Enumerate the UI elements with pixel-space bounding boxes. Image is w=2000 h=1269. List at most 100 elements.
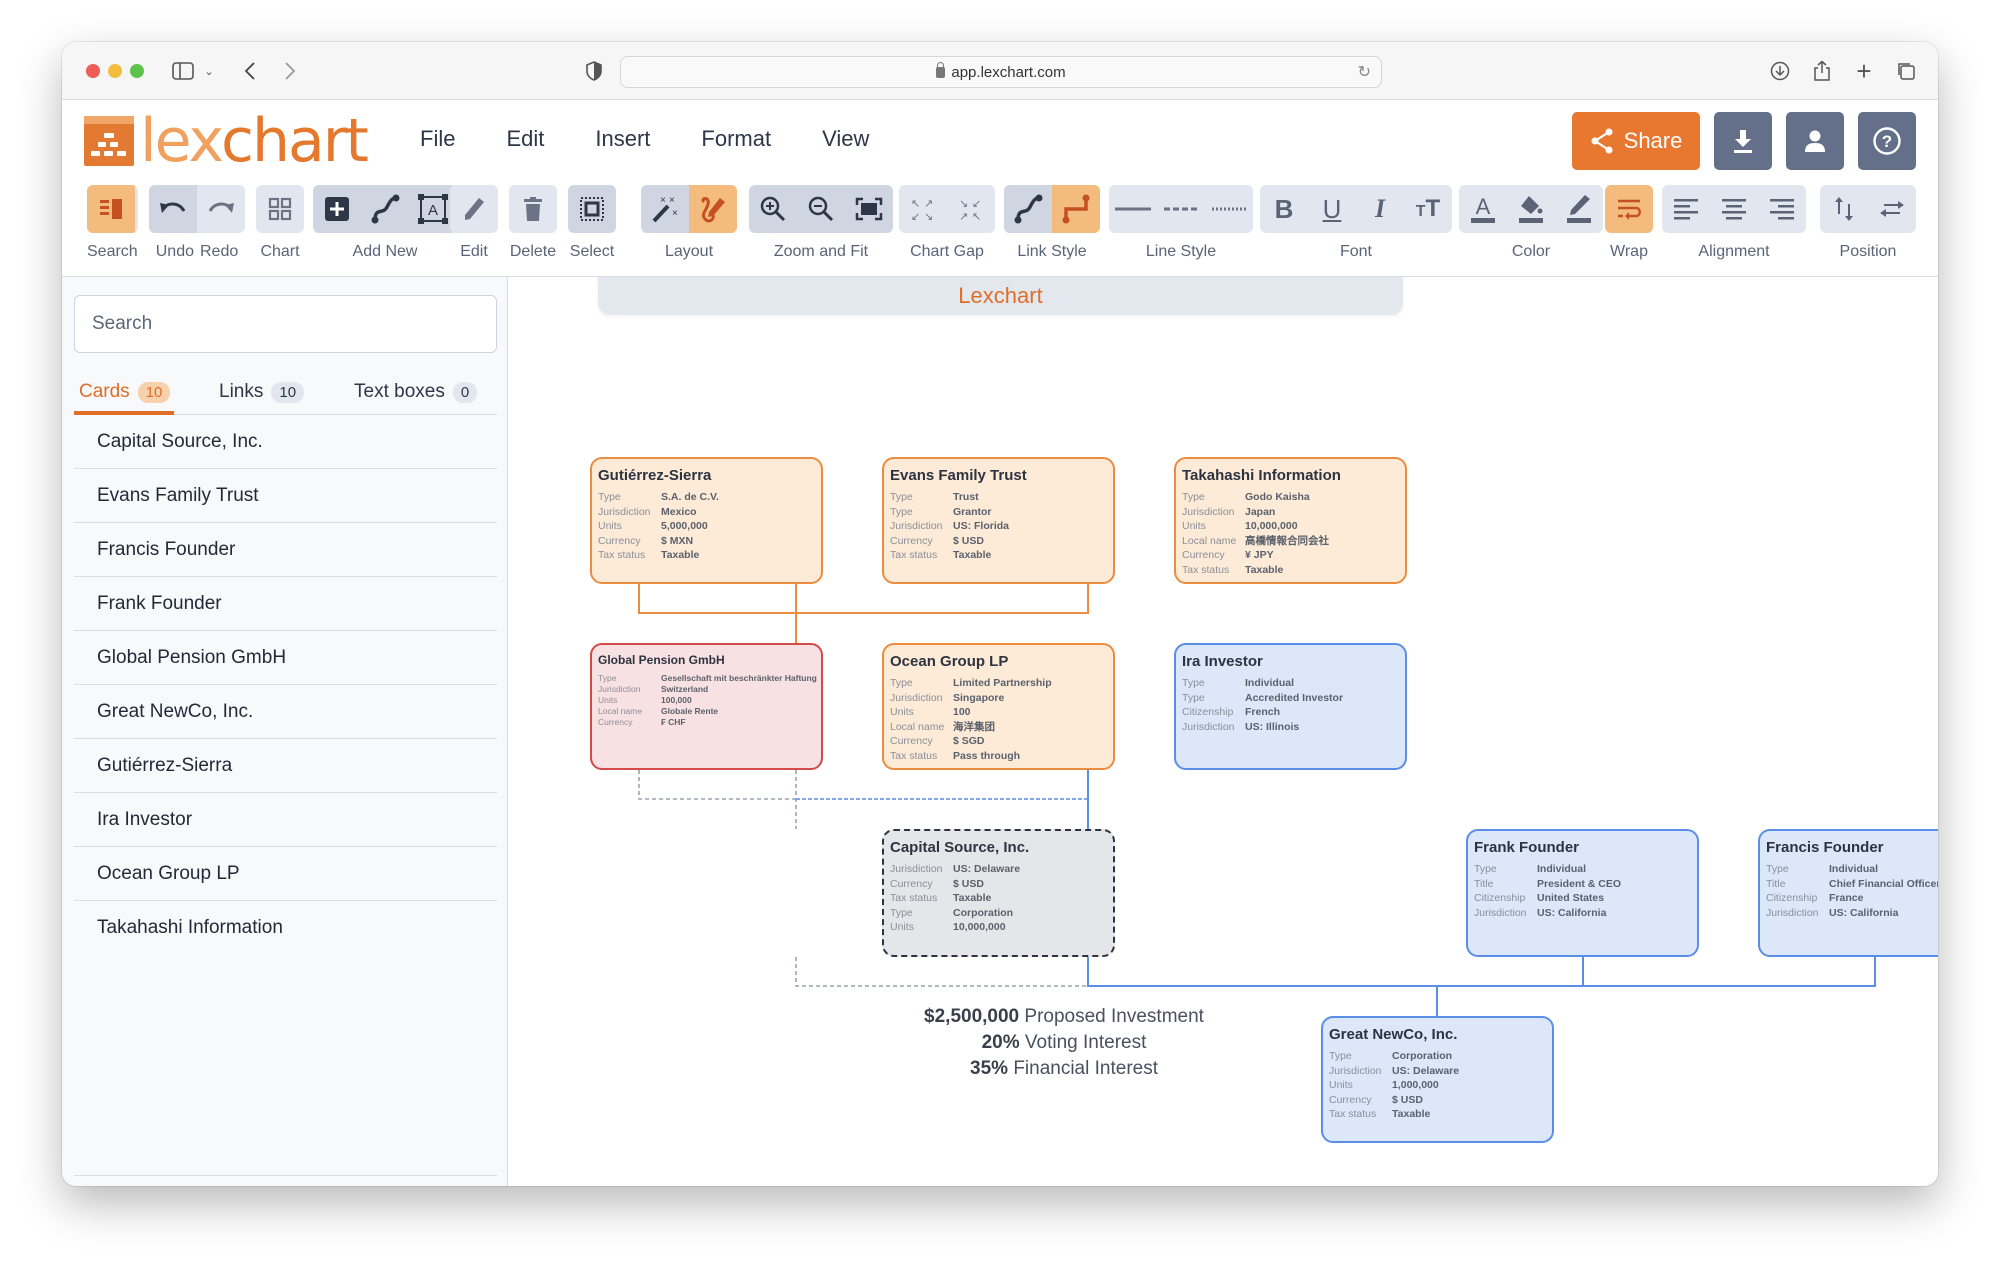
- back-icon[interactable]: [240, 56, 260, 86]
- delete-button[interactable]: [509, 185, 557, 233]
- forward-icon[interactable]: [280, 56, 300, 86]
- card-evans-family-trust[interactable]: Evans Family Trust Type Trust Type Grantor J…: [882, 457, 1115, 584]
- tab-label: Text boxes: [354, 381, 445, 402]
- fit-to-screen-button[interactable]: [845, 185, 893, 233]
- dotted-line-button[interactable]: [1205, 185, 1253, 233]
- reload-icon[interactable]: ↻: [1358, 62, 1371, 82]
- zoom-out-button[interactable]: [797, 185, 845, 233]
- card-title: Takahashi Information: [1182, 467, 1341, 484]
- undo-button[interactable]: [149, 185, 197, 233]
- curved-link-button[interactable]: [1004, 185, 1052, 233]
- tab-links[interactable]: Links 10: [214, 375, 309, 409]
- card-field-row: Type Corporation: [1329, 1049, 1546, 1064]
- chevron-down-icon[interactable]: ⌄: [202, 56, 216, 86]
- list-item[interactable]: Frank Founder: [74, 577, 497, 631]
- card-ocean-group-lp[interactable]: Ocean Group LP Type Limited Partnership Ju…: [882, 643, 1115, 770]
- edit-button[interactable]: [450, 185, 498, 233]
- card-field-label: Units: [598, 695, 618, 705]
- card-frank-founder[interactable]: Frank Founder Type Individual Title Preside…: [1466, 829, 1699, 957]
- expand-icon: ↖ ↗ ↙ ↘: [911, 197, 933, 222]
- shield-icon[interactable]: [584, 56, 604, 86]
- help-button[interactable]: ?: [1858, 112, 1916, 170]
- underline-button[interactable]: U: [1308, 185, 1356, 233]
- card-global-pension-gmbh[interactable]: Global Pension GmbH Type Gesellschaft mit…: [590, 643, 823, 770]
- redo-button[interactable]: [197, 185, 245, 233]
- link-curve-icon: [371, 194, 400, 224]
- manual-layout-button[interactable]: [689, 185, 737, 233]
- search-input[interactable]: Search: [74, 295, 497, 353]
- font-size-button[interactable]: TT: [1404, 185, 1452, 233]
- url-bar[interactable]: app.lexchart.com ↻: [620, 56, 1382, 88]
- card-capital-source-inc[interactable]: Capital Source, Inc. Jurisdiction US: Del…: [882, 829, 1115, 957]
- auto-layout-button[interactable]: × × ×: [641, 185, 689, 233]
- add-card-button[interactable]: [313, 185, 361, 233]
- download-icon[interactable]: [1768, 56, 1792, 86]
- tabs-overview-icon[interactable]: [1894, 56, 1918, 86]
- menu-insert[interactable]: Insert: [595, 126, 650, 152]
- expand-gap-button[interactable]: ↖ ↗ ↙ ↘: [899, 185, 947, 233]
- grid-icon: [268, 197, 292, 221]
- tab-cards[interactable]: Cards 10: [74, 375, 174, 415]
- card-takahashi-information[interactable]: Takahashi Information Type Godo Kaisha Jur…: [1174, 457, 1407, 584]
- menu-format[interactable]: Format: [701, 126, 771, 152]
- list-item[interactable]: Francis Founder: [74, 523, 497, 577]
- lexchart-logo[interactable]: lexchart: [84, 111, 369, 171]
- fill-color-button[interactable]: [1507, 185, 1555, 233]
- wrap-text-icon: [1618, 199, 1641, 220]
- menu-view[interactable]: View: [822, 126, 869, 152]
- swap-vertical-button[interactable]: [1820, 185, 1868, 233]
- dashed-line-button[interactable]: [1157, 185, 1205, 233]
- svg-text:↖: ↖: [911, 197, 920, 210]
- user-button[interactable]: [1786, 112, 1844, 170]
- list-item[interactable]: Evans Family Trust: [74, 469, 497, 523]
- menu-edit[interactable]: Edit: [506, 126, 544, 152]
- sidebar-toggle-icon[interactable]: [170, 56, 196, 86]
- swap-horizontal-button[interactable]: [1868, 185, 1916, 233]
- close-window-button[interactable]: [86, 64, 100, 78]
- search-panel-button[interactable]: [87, 185, 135, 233]
- minimize-window-button[interactable]: [108, 64, 122, 78]
- chart-button[interactable]: [256, 185, 304, 233]
- toolbar-label-redo: Redo: [200, 243, 239, 260]
- line-color-button[interactable]: [1555, 185, 1603, 233]
- card-field-label: Currency: [598, 717, 633, 727]
- align-center-button[interactable]: [1710, 185, 1758, 233]
- card-francis-founder[interactable]: Francis Founder Type Individual Title Chief…: [1758, 829, 1938, 957]
- maximize-window-button[interactable]: [130, 64, 144, 78]
- share-icon[interactable]: [1810, 56, 1834, 86]
- download-button[interactable]: [1714, 112, 1772, 170]
- svg-text:×: ×: [669, 195, 675, 206]
- add-link-button[interactable]: [361, 185, 409, 233]
- card-field-label: Currency: [890, 534, 933, 547]
- chart-canvas[interactable]: Lexchart Gutiérrez-Sierra Type S.A. de C…: [508, 277, 1938, 1186]
- italic-button[interactable]: I: [1356, 185, 1404, 233]
- list-item[interactable]: Global Pension GmbH: [74, 631, 497, 685]
- orthogonal-link-button[interactable]: [1052, 185, 1100, 233]
- list-item[interactable]: Takahashi Information: [74, 901, 497, 955]
- align-left-button[interactable]: [1662, 185, 1710, 233]
- text-color-button[interactable]: A: [1459, 185, 1507, 233]
- wrap-button[interactable]: [1605, 185, 1653, 233]
- card-field-label: Local name: [598, 706, 642, 716]
- list-item[interactable]: Gutiérrez-Sierra: [74, 739, 497, 793]
- new-tab-icon[interactable]: +: [1852, 56, 1876, 86]
- card-gutierrez-sierra[interactable]: Gutiérrez-Sierra Type S.A. de C.V. Jurisdi…: [590, 457, 823, 584]
- curved-link-icon: [1014, 194, 1043, 224]
- list-item[interactable]: Capital Source, Inc.: [74, 415, 497, 469]
- align-right-button[interactable]: [1758, 185, 1806, 233]
- bold-button[interactable]: B: [1260, 185, 1308, 233]
- card-great-newco-inc[interactable]: Great NewCo, Inc. Type Corporation Jurisdi…: [1321, 1016, 1554, 1143]
- investment-text-box[interactable]: $2,500,000 Proposed Investment 20% Votin…: [908, 1004, 1220, 1082]
- list-item[interactable]: Great NewCo, Inc.: [74, 685, 497, 739]
- shrink-gap-button[interactable]: ↘ ↙ ↗ ↖: [947, 185, 995, 233]
- select-button[interactable]: [568, 185, 616, 233]
- zoom-in-button[interactable]: [749, 185, 797, 233]
- tab-text-boxes[interactable]: Text boxes 0: [349, 375, 482, 409]
- list-item[interactable]: Ocean Group LP: [74, 847, 497, 901]
- share-button[interactable]: Share: [1572, 112, 1700, 170]
- user-icon: [1805, 130, 1825, 152]
- solid-line-button[interactable]: [1109, 185, 1157, 233]
- list-item[interactable]: Ira Investor: [74, 793, 497, 847]
- menu-file[interactable]: File: [420, 126, 455, 152]
- card-ira-investor[interactable]: Ira Investor Type Individual Type Accredite…: [1174, 643, 1407, 770]
